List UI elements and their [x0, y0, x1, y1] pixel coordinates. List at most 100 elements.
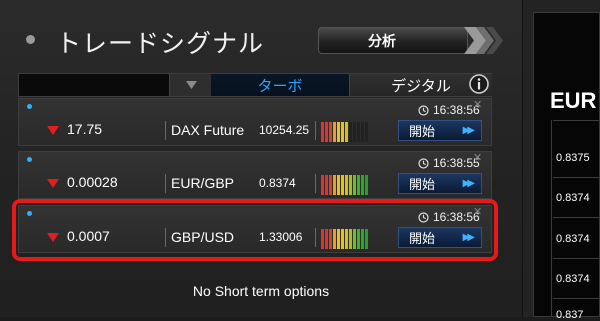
asset-price: 10254.25	[259, 123, 310, 137]
strength-bar	[329, 229, 332, 249]
quote-card: EUR	[533, 12, 600, 317]
strength-bar	[361, 122, 364, 142]
start-button[interactable]: 開始 ▶▶	[398, 120, 482, 141]
quote-value: 0.8374	[556, 273, 590, 285]
strength-bar	[325, 229, 328, 249]
fast-forward-icon: ▶▶	[462, 232, 476, 243]
tab-bar: ターボ デジタル	[18, 73, 492, 97]
asset-name: GBP/USD	[171, 229, 235, 245]
fast-forward-icon: ▶▶	[462, 178, 476, 189]
close-icon[interactable]: ✕	[473, 151, 482, 164]
tab-turbo[interactable]: ターボ	[211, 74, 349, 96]
strength-bar	[337, 122, 340, 142]
close-icon[interactable]: ✕	[473, 98, 482, 111]
triangle-down-icon	[185, 81, 197, 89]
strength-bar	[361, 175, 364, 195]
signal-row-highlighted: 16:38:56 ✕ 0.0007 GBP/USD 1.33006 開始 ▶▶	[18, 205, 492, 253]
strength-bar	[349, 175, 352, 195]
strength-bar	[333, 175, 336, 195]
pair-title: EUR	[550, 88, 597, 113]
quote-value: 0.8375	[556, 152, 590, 164]
strength-bar	[365, 175, 368, 195]
strength-bar	[353, 229, 356, 249]
strength-bar	[337, 175, 340, 195]
divider	[551, 120, 552, 317]
no-options-message: No Short term options	[192, 283, 330, 299]
divider	[553, 120, 600, 121]
fast-forward-icon: ▶▶	[462, 125, 476, 136]
strength-bar	[357, 229, 360, 249]
quote-value: 0.837	[556, 309, 584, 321]
info-icon[interactable]	[468, 73, 490, 95]
asset-name: EUR/GBP	[171, 175, 235, 191]
divider	[553, 258, 600, 259]
signal-change: 0.00028	[67, 174, 118, 190]
strength-bar	[353, 122, 356, 142]
strength-bar	[321, 229, 324, 249]
strength-bar	[365, 229, 368, 249]
divider	[315, 174, 316, 193]
divider	[315, 121, 316, 140]
start-button[interactable]: 開始 ▶▶	[398, 173, 482, 194]
signal-strength-meter	[321, 229, 368, 249]
quote-value: 0.8374	[556, 192, 590, 204]
asset-name: DAX Future	[171, 122, 245, 138]
clock-icon	[418, 157, 429, 169]
signal-strength-meter	[321, 122, 368, 142]
status-dot	[27, 104, 32, 109]
divider	[315, 228, 316, 247]
down-arrow-icon	[47, 179, 59, 188]
signal-strength-meter	[321, 175, 368, 195]
trade-signal-panel: トレードシグナル 分析 ターボ デジタル 16:38:56 ✕ 17.75 DA…	[0, 0, 523, 317]
panel-title: トレードシグナル	[56, 30, 265, 58]
strength-bar	[337, 229, 340, 249]
asset-price: 1.33006	[259, 230, 303, 244]
divider	[553, 217, 600, 218]
panel-bullet	[26, 35, 35, 44]
tab-dropdown[interactable]	[169, 74, 213, 96]
strength-bar	[325, 122, 328, 142]
status-dot	[27, 157, 32, 162]
strength-bar	[321, 175, 324, 195]
strength-bar	[329, 175, 332, 195]
asset-price: 0.8374	[259, 176, 296, 190]
strength-bar	[329, 122, 332, 142]
signal-change: 17.75	[67, 121, 103, 137]
strength-bar	[357, 175, 360, 195]
status-dot	[27, 211, 32, 216]
down-arrow-icon	[47, 233, 59, 242]
strength-bar	[341, 175, 344, 195]
strength-bar	[349, 122, 352, 142]
analyze-button[interactable]: 分析	[318, 27, 468, 54]
strength-bar	[345, 229, 348, 249]
divider	[553, 298, 600, 299]
strength-bar	[333, 122, 336, 142]
signal-row: 16:38:56 ✕ 17.75 DAX Future 10254.25 開始 …	[18, 98, 492, 146]
strength-bar	[361, 229, 364, 249]
chevron-right-icon[interactable]	[464, 27, 506, 54]
strength-bar	[345, 122, 348, 142]
signal-row: 16:38:55 ✕ 0.00028 EUR/GBP 0.8374 開始 ▶▶	[18, 151, 492, 199]
clock-icon	[418, 104, 429, 116]
strength-bar	[357, 122, 360, 142]
divider	[165, 121, 166, 140]
tab-blank	[19, 74, 169, 96]
start-button[interactable]: 開始 ▶▶	[398, 227, 482, 248]
down-arrow-icon	[47, 126, 59, 135]
strength-bar	[341, 122, 344, 142]
divider	[165, 228, 166, 247]
divider	[165, 174, 166, 193]
strength-bar	[325, 175, 328, 195]
strength-bar	[353, 175, 356, 195]
quote-value: 0.8374	[556, 233, 590, 245]
strength-bar	[365, 122, 368, 142]
strength-bar	[341, 229, 344, 249]
signal-change: 0.0007	[67, 228, 110, 244]
strength-bar	[321, 122, 324, 142]
strength-bar	[349, 229, 352, 249]
strength-bar	[333, 229, 336, 249]
strength-bar	[345, 175, 348, 195]
divider	[553, 177, 600, 178]
clock-icon	[418, 211, 429, 223]
close-icon[interactable]: ✕	[473, 205, 482, 218]
